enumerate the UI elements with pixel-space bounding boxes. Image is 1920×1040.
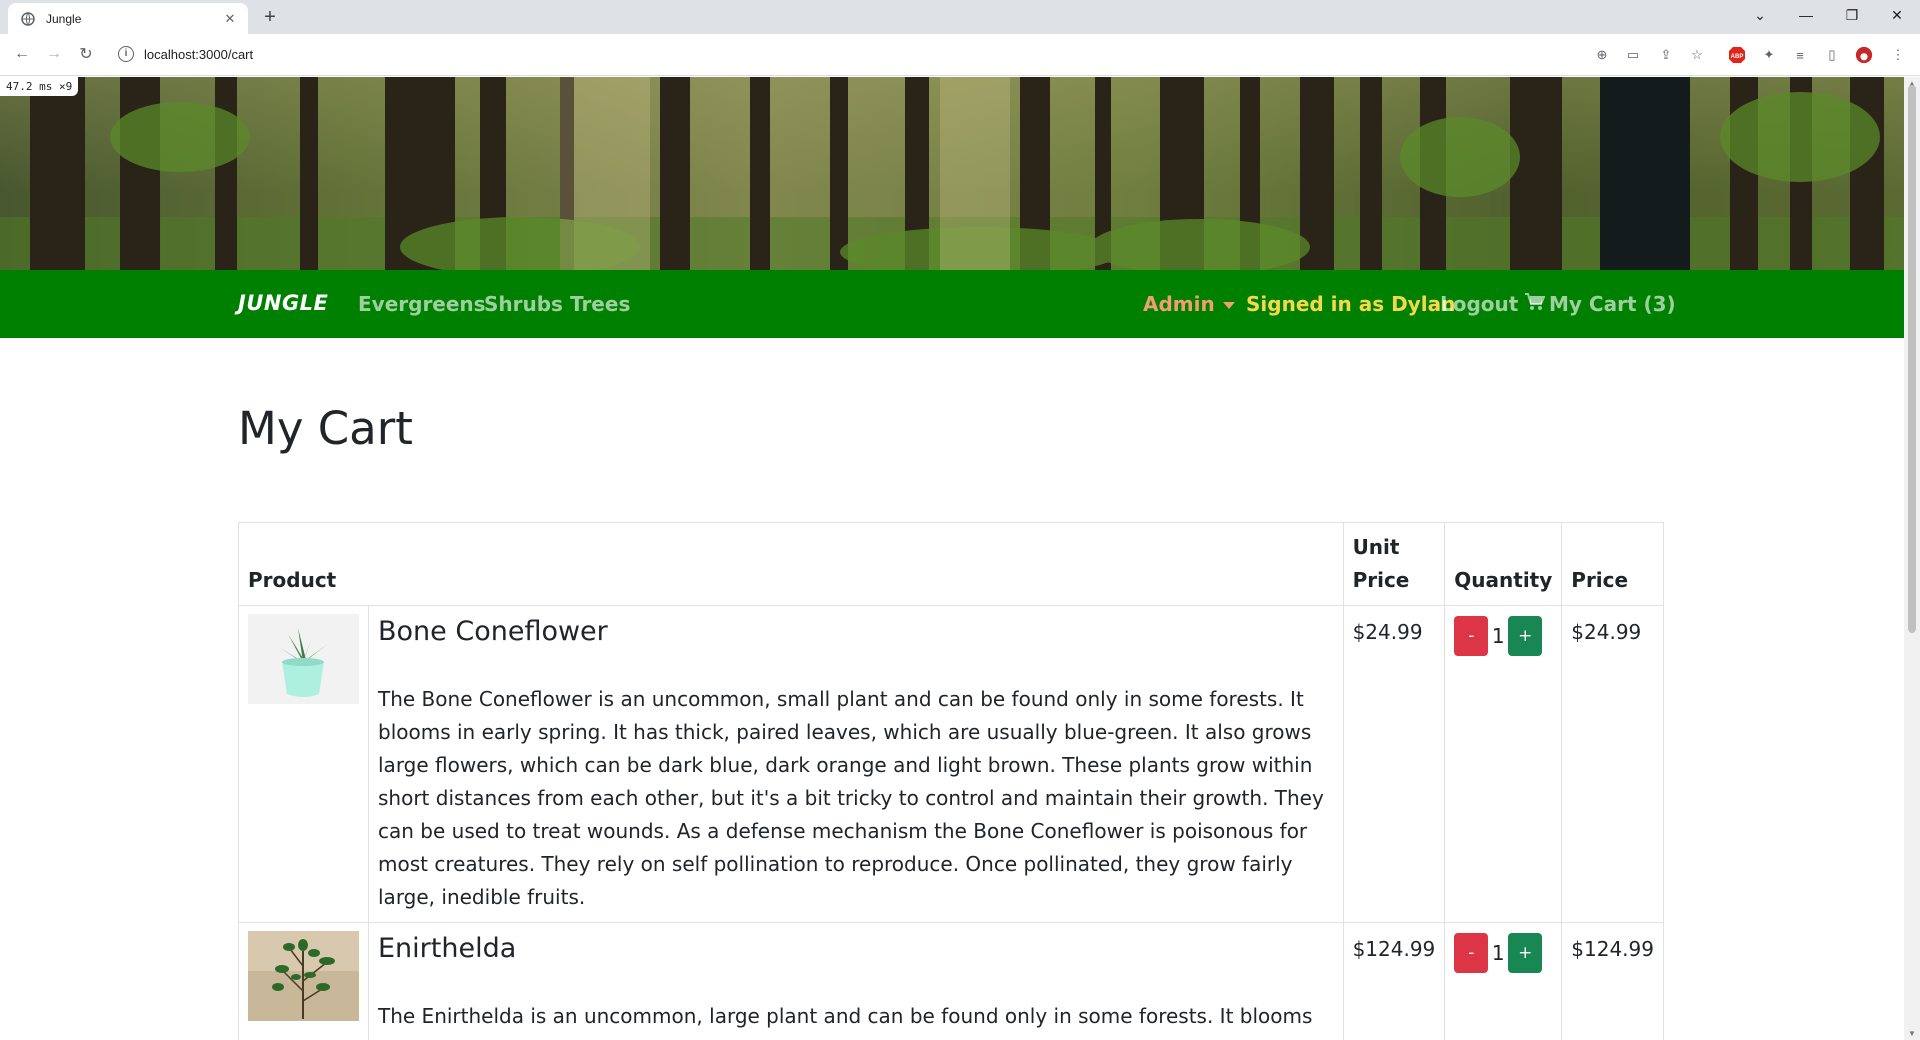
quantity-cell: - 1 + — [1444, 922, 1563, 1040]
zoom-icon[interactable]: ⊕ — [1593, 46, 1611, 64]
page-scrollbar[interactable]: ▲ ▼ — [1904, 77, 1920, 1040]
close-window-icon[interactable]: ✕ — [1874, 0, 1920, 30]
new-tab-icon[interactable]: + — [258, 6, 282, 30]
quantity-cell: - 1 + — [1444, 605, 1563, 923]
price-cell: $124.99 — [1561, 922, 1664, 1040]
side-panel-icon[interactable]: ▯ — [1823, 46, 1841, 64]
line-price: $24.99 — [1571, 620, 1642, 644]
my-cart-label: My Cart (3) — [1549, 292, 1676, 316]
admin-label: Admin — [1143, 292, 1215, 316]
tab-search-icon[interactable]: ⌄ — [1737, 0, 1783, 30]
tab-title: Jungle — [46, 11, 82, 26]
admin-dropdown[interactable]: Admin — [1143, 292, 1235, 316]
header-unit-price: Unit Price — [1342, 522, 1446, 606]
extensions-puzzle-icon[interactable]: ✦ — [1760, 46, 1778, 64]
profile-avatar-icon[interactable] — [1855, 46, 1873, 64]
globe-icon — [20, 11, 36, 27]
table-header-row: Product Unit Price Quantity Price — [238, 522, 1664, 606]
product-description: The Enirthelda is an uncommon, large pla… — [378, 1004, 1313, 1040]
product-image-cell — [238, 605, 369, 923]
restore-icon[interactable]: ❐ — [1829, 0, 1875, 30]
signed-in-label: Signed in as Dylan — [1246, 292, 1456, 316]
price-cell: $24.99 — [1561, 605, 1664, 923]
header-product: Product — [238, 522, 1344, 606]
quantity-value: 1 — [1491, 941, 1505, 965]
reload-icon[interactable]: ↻ — [74, 42, 98, 66]
quantity-stepper: - 1 + — [1454, 614, 1552, 656]
address-bar[interactable]: i localhost:3000/cart — [110, 39, 1710, 69]
nav-link-evergreens[interactable]: Evergreens — [358, 292, 486, 316]
scrollbar-thumb[interactable] — [1908, 85, 1916, 633]
shopping-cart-icon — [1525, 292, 1546, 316]
minimize-icon[interactable]: — — [1783, 0, 1829, 30]
product-image — [248, 931, 359, 1021]
page-viewport: 47.2 ms ×9 JUNGLE Evergreens Shrubs Tree… — [0, 77, 1904, 1040]
bookmark-star-icon[interactable]: ☆ — [1688, 46, 1706, 64]
header-quantity: Quantity — [1444, 522, 1563, 606]
close-icon[interactable]: ✕ — [222, 11, 238, 27]
svg-text:ABP: ABP — [1731, 54, 1744, 60]
install-icon[interactable]: ▭ — [1624, 46, 1642, 64]
product-info-cell: Enirthelda The Enirthelda is an uncommon… — [368, 922, 1344, 1040]
product-image-cell — [238, 922, 369, 1040]
decrease-quantity-button[interactable]: - — [1454, 933, 1489, 973]
scroll-down-arrow-icon[interactable]: ▼ — [1908, 1029, 1916, 1038]
product-name[interactable]: Enirthelda — [378, 933, 1334, 964]
table-row: Bone Coneflower The Bone Coneflower is a… — [238, 605, 1664, 923]
quantity-value: 1 — [1491, 624, 1505, 648]
product-description: The Bone Coneflower is an uncommon, smal… — [378, 687, 1324, 909]
nav-link-shrubs[interactable]: Shrubs — [484, 292, 563, 316]
browser-tabstrip: Jungle ✕ + ⌄ — ❐ ✕ — [0, 0, 1920, 34]
browser-toolbar: ← → ↻ i localhost:3000/cart ⊕ ▭ ⇪ ☆ ABP … — [0, 34, 1920, 76]
caret-down-icon — [1222, 302, 1235, 309]
product-name[interactable]: Bone Coneflower — [378, 616, 1334, 647]
browser-tab[interactable]: Jungle ✕ — [8, 3, 248, 34]
product-image — [248, 614, 359, 704]
unit-price-cell: $24.99 — [1342, 605, 1446, 923]
line-price: $124.99 — [1571, 937, 1654, 961]
hero-banner — [0, 77, 1904, 270]
page-title: My Cart — [238, 402, 413, 455]
unit-price: $24.99 — [1352, 620, 1423, 644]
increase-quantity-button[interactable]: + — [1508, 616, 1543, 656]
timing-badge: 47.2 ms ×9 — [0, 77, 79, 96]
site-info-icon[interactable]: i — [118, 46, 134, 62]
increase-quantity-button[interactable]: + — [1508, 933, 1543, 973]
nav-link-trees[interactable]: Trees — [570, 292, 630, 316]
brand-logo[interactable]: JUNGLE — [238, 291, 328, 315]
unit-price-cell: $124.99 — [1342, 922, 1446, 1040]
share-icon[interactable]: ⇪ — [1657, 46, 1675, 64]
unit-price: $124.99 — [1352, 937, 1436, 961]
table-row: Enirthelda The Enirthelda is an uncommon… — [238, 922, 1664, 1040]
back-arrow-icon[interactable]: ← — [10, 42, 34, 66]
decrease-quantity-button[interactable]: - — [1454, 616, 1489, 656]
menu-kebab-icon[interactable]: ⋮ — [1889, 46, 1907, 64]
url-text: localhost:3000/cart — [144, 46, 254, 62]
media-queue-icon[interactable]: ≡ — [1791, 46, 1809, 64]
header-price: Price — [1561, 522, 1664, 606]
product-info-cell: Bone Coneflower The Bone Coneflower is a… — [368, 605, 1344, 923]
quantity-stepper: - 1 + — [1454, 931, 1552, 973]
top-navbar: JUNGLE Evergreens Shrubs Trees Admin Sig… — [0, 270, 1904, 338]
my-cart-link[interactable]: My Cart (3) — [1525, 292, 1676, 316]
forest-image — [0, 77, 1904, 270]
logout-link[interactable]: Logout — [1440, 292, 1518, 316]
cart-table: Product Unit Price Quantity Price Bone C… — [238, 522, 1664, 1040]
forward-arrow-icon[interactable]: → — [42, 42, 66, 66]
adblock-icon[interactable]: ABP — [1728, 46, 1746, 64]
